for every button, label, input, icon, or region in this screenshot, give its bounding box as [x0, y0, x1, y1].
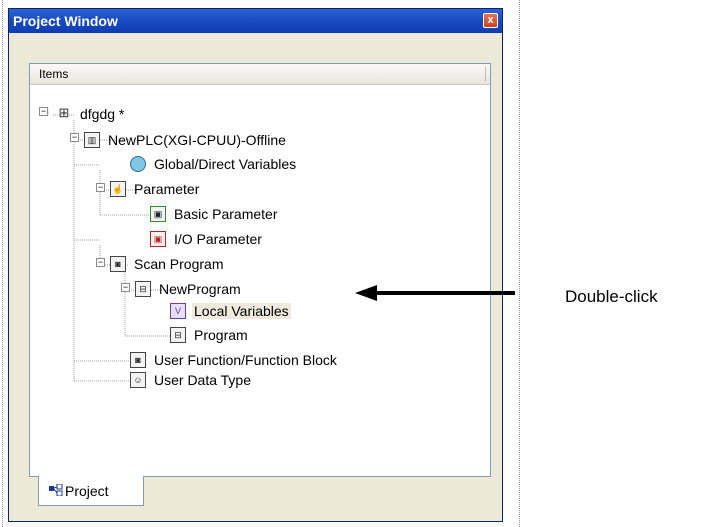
- collapse-parameter-toggle[interactable]: −: [96, 183, 105, 192]
- window-title: Project Window: [13, 13, 118, 29]
- node-label-root: dfgdg *: [80, 106, 125, 122]
- right-guide-line: [519, 0, 520, 527]
- user-data-type-icon: ☺: [130, 372, 146, 388]
- left-guide-line: [2, 0, 3, 527]
- collapse-root-toggle[interactable]: −: [39, 107, 48, 116]
- close-button[interactable]: x: [483, 13, 498, 28]
- collapse-plc-toggle[interactable]: −: [70, 133, 79, 142]
- plc-icon: ▥: [84, 132, 100, 148]
- pointer-arrow: [355, 285, 515, 301]
- node-label-new-program: NewProgram: [159, 281, 241, 297]
- scan-program-icon: ◙: [110, 256, 126, 272]
- program-icon: ⊟: [135, 281, 151, 297]
- collapse-new-program-toggle[interactable]: −: [121, 283, 130, 292]
- title-bar[interactable]: Project Window x: [9, 9, 502, 33]
- node-label-program: Program: [194, 327, 248, 343]
- basic-parameter-icon: ▣: [150, 206, 166, 222]
- items-tree-pane: Items − ⊞ dfgdg * − ▥ NewPLC(XGI-CPUU)-O…: [29, 63, 491, 477]
- node-label-parameter: Parameter: [134, 181, 200, 197]
- hand-icon: ☝: [110, 181, 126, 197]
- project-window: Project Window x Items − ⊞ dfgdg * − ▥ N…: [8, 8, 503, 522]
- node-label-local-variables: Local Variables: [192, 303, 291, 319]
- program-icon: ⊟: [170, 327, 186, 343]
- node-label-plc: NewPLC(XGI-CPUU)-Offline: [108, 132, 286, 148]
- double-click-annotation: Double-click: [565, 287, 658, 306]
- node-label-io-parameter: I/O Parameter: [174, 231, 262, 247]
- node-label-scan-program: Scan Program: [134, 256, 224, 272]
- node-label-user-function-block: User Function/Function Block: [154, 352, 337, 368]
- function-block-icon: ◙: [130, 352, 146, 368]
- node-label-user-data-type: User Data Type: [154, 372, 252, 388]
- tree-lines: [47, 110, 170, 382]
- tab-project[interactable]: Project: [38, 476, 144, 506]
- io-parameter-icon: ▣: [150, 231, 166, 247]
- collapse-scan-program-toggle[interactable]: −: [96, 258, 105, 267]
- local-variables-icon: V: [170, 303, 186, 319]
- node-label-global-variables: Global/Direct Variables: [154, 156, 297, 172]
- node-label-basic-parameter: Basic Parameter: [174, 206, 278, 222]
- globe-icon: [130, 156, 146, 172]
- tab-project-label: Project: [65, 483, 109, 499]
- network-icon: ⊞: [58, 105, 70, 120]
- project-tab-icon: [49, 484, 63, 496]
